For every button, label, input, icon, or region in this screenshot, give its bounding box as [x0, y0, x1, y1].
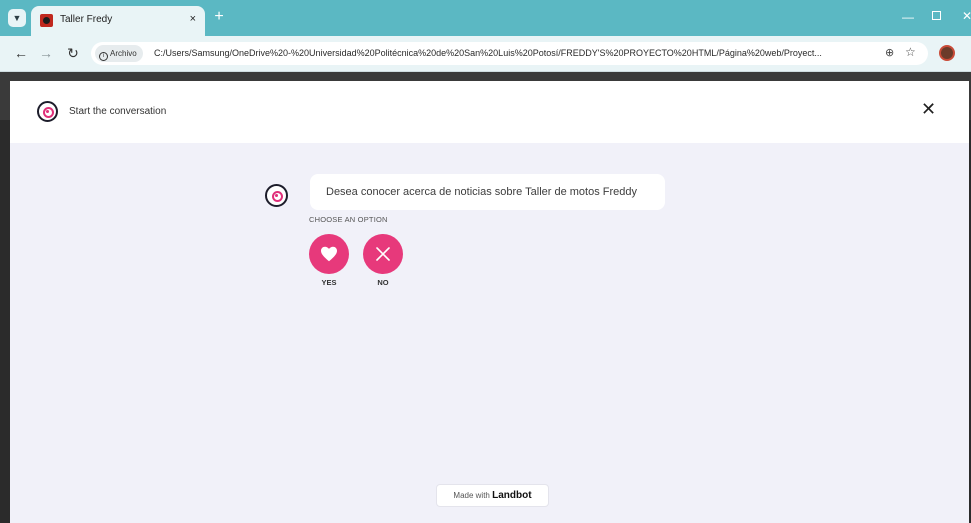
bot-logo-icon — [37, 101, 58, 122]
yes-option-button[interactable] — [309, 234, 349, 274]
back-icon[interactable]: ← — [12, 44, 30, 62]
landbot-brand: Landbot — [492, 490, 532, 501]
yes-option-label: YES — [321, 278, 337, 287]
maximize-icon[interactable] — [932, 11, 941, 20]
tab-menu-icon[interactable]: ▼ — [8, 9, 26, 27]
profile-avatar[interactable] — [939, 45, 955, 61]
tab-close-icon[interactable]: × — [190, 13, 196, 25]
star-icon[interactable]: ☆ — [905, 45, 916, 59]
reload-icon[interactable]: ↻ — [64, 44, 82, 62]
chat-header-title: Start the conversation — [69, 106, 167, 117]
made-with-prefix: Made with — [453, 491, 490, 500]
zoom-icon[interactable]: ⊕ — [885, 46, 894, 59]
minimize-icon[interactable]: — — [902, 10, 914, 24]
bot-message-bubble: Desea conocer acerca de noticias sobre T… — [310, 174, 665, 210]
chat-header: Start the conversation ✕ — [10, 81, 969, 143]
info-icon: i — [99, 52, 108, 61]
site-info-chip[interactable]: i Archivo — [95, 45, 143, 62]
chip-label: Archivo — [110, 49, 137, 58]
no-option-label: NO — [377, 278, 389, 287]
favicon-icon — [40, 14, 53, 27]
heart-icon — [321, 246, 337, 262]
no-option-button[interactable] — [363, 234, 403, 274]
browser-toolbar: ← → ↻ i Archivo C:/Users/Samsung/OneDrive… — [0, 36, 971, 72]
url-text[interactable]: C:/Users/Samsung/OneDrive%20-%20Universi… — [154, 42, 889, 65]
new-tab-button[interactable]: + — [210, 8, 228, 26]
browser-tab[interactable]: Taller Fredy × — [31, 6, 205, 36]
close-chat-button[interactable]: ✕ — [921, 99, 936, 120]
browser-tabstrip: ▼ Taller Fredy × + — ✕ — [0, 0, 971, 36]
chat-widget: Start the conversation ✕ Desea conocer a… — [10, 81, 969, 523]
bot-avatar-icon — [265, 184, 288, 207]
options-caption: CHOOSE AN OPTION — [309, 215, 388, 224]
tab-title: Taller Fredy — [60, 14, 113, 25]
forward-icon[interactable]: → — [37, 44, 55, 62]
made-with-landbot-badge[interactable]: Made with Landbot — [436, 484, 549, 507]
window-close-icon[interactable]: ✕ — [962, 9, 971, 23]
address-bar[interactable]: i Archivo C:/Users/Samsung/OneDrive%20-%2… — [91, 42, 928, 65]
x-icon — [376, 247, 390, 261]
